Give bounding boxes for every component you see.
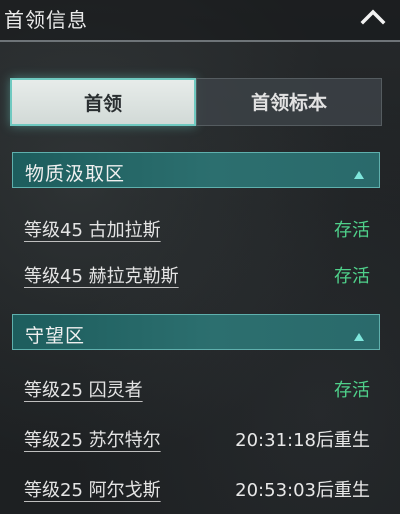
panel-title: 首领信息 bbox=[4, 8, 88, 32]
tab-boss-specimen[interactable]: 首领标本 bbox=[196, 78, 382, 126]
triangle-up-icon bbox=[353, 165, 365, 179]
boss-name-link[interactable]: 等级25 苏尔特尔 bbox=[24, 426, 161, 452]
boss-name-link[interactable]: 等级25 阿尔戈斯 bbox=[24, 476, 161, 502]
list-item: 等级45 古加拉斯 存活 bbox=[24, 214, 370, 244]
tab-boss-label: 首领 bbox=[83, 93, 122, 115]
section-header-material-extraction[interactable]: 物质汲取区 bbox=[12, 152, 380, 188]
boss-name-link[interactable]: 等级25 囚灵者 bbox=[24, 376, 143, 402]
panel-header: 首领信息 bbox=[0, 0, 400, 40]
list-item: 等级25 囚灵者 存活 bbox=[24, 374, 370, 404]
tab-boss-specimen-label: 首领标本 bbox=[250, 92, 327, 114]
list-item: 等级25 阿尔戈斯 20:53:03后重生 bbox=[24, 474, 370, 504]
tab-boss[interactable]: 首领 bbox=[10, 78, 196, 126]
section-header-watch-zone[interactable]: 守望区 bbox=[12, 314, 380, 350]
tab-bar: 首领 首领标本 bbox=[10, 78, 382, 126]
section-title: 守望区 bbox=[25, 325, 86, 347]
boss-name-link[interactable]: 等级45 古加拉斯 bbox=[24, 216, 161, 242]
boss-info-panel: 首领信息 首领 首领标本 物质汲取区 等级45 古加拉斯 存活 等级45 赫拉克… bbox=[0, 0, 400, 514]
section-title: 物质汲取区 bbox=[25, 163, 126, 185]
boss-status: 存活 bbox=[334, 380, 370, 401]
list-item: 等级25 苏尔特尔 20:31:18后重生 bbox=[24, 424, 370, 454]
respawn-timer: 20:31:18后重生 bbox=[235, 430, 370, 451]
boss-name-link[interactable]: 等级45 赫拉克勒斯 bbox=[24, 262, 179, 288]
boss-status: 存活 bbox=[334, 220, 370, 241]
chevron-up-icon[interactable] bbox=[360, 6, 386, 28]
triangle-up-icon bbox=[353, 327, 365, 341]
header-divider bbox=[0, 40, 400, 42]
list-item: 等级45 赫拉克勒斯 存活 bbox=[24, 260, 370, 290]
boss-status: 存活 bbox=[334, 266, 370, 287]
respawn-timer: 20:53:03后重生 bbox=[235, 480, 370, 501]
